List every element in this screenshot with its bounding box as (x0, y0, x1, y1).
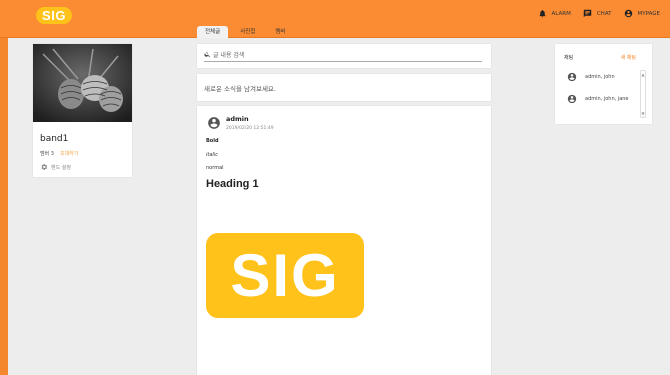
post-bold-text: Bold (206, 138, 219, 144)
band-info-card: band1 멤버 3 초대하기 밴드 설정 (33, 44, 132, 177)
band-settings-label: 밴드 설정 (51, 164, 71, 171)
account-icon (567, 72, 577, 82)
search-underline (204, 61, 482, 62)
post-card: admin 2019/02/20 12:51:49 Bold italic no… (197, 106, 491, 375)
post-author[interactable]: admin (226, 115, 249, 123)
top-bar: SIG ALARM CHAT MYPAGE 전체글 사진첩 멤버 (0, 0, 670, 38)
tab-photos[interactable]: 사진첩 (232, 26, 263, 38)
post-timestamp: 2019/02/20 12:51:49 (226, 126, 274, 131)
band-cover-image (33, 44, 132, 122)
chat-panel-title: 채팅 (564, 55, 574, 61)
post-normal-text: normal (206, 165, 224, 171)
post-image-logo-text: SIG (230, 242, 340, 309)
tab-members[interactable]: 멤버 (267, 26, 293, 38)
account-icon (624, 9, 632, 18)
post-italic-text: italic (206, 152, 218, 158)
alarm-button[interactable]: ALARM (538, 9, 571, 18)
chat-room-item[interactable]: admin, john, jane (567, 94, 629, 104)
gear-icon (41, 164, 48, 170)
chat-label: CHAT (596, 10, 612, 17)
search-input[interactable]: 글 내용 검색 (213, 50, 244, 59)
scroll-up-icon[interactable]: ▲ (641, 72, 645, 77)
band-name: band1 (40, 134, 69, 144)
search-card: 글 내용 검색 (197, 44, 491, 68)
sig-logo[interactable]: SIG (36, 7, 72, 24)
band-meta: 멤버 3 초대하기 (40, 150, 78, 157)
mypage-button[interactable]: MYPAGE (624, 9, 660, 18)
post-image: SIG (206, 233, 364, 318)
new-chat-button[interactable]: 새 채팅 (621, 54, 636, 61)
band-settings-button[interactable]: 밴드 설정 (40, 163, 71, 171)
alarm-label: ALARM (551, 10, 571, 17)
chat-scrollbar[interactable]: ▲ ▼ (640, 70, 646, 118)
scroll-down-icon[interactable]: ▼ (641, 111, 645, 116)
chat-room-name: admin, john, jane (585, 96, 629, 102)
compose-box[interactable]: 새로운 소식을 남겨보세요. (197, 74, 491, 101)
chat-panel: 채팅 새 채팅 admin, john admin, john, jane ▲ … (555, 44, 652, 124)
top-actions: ALARM CHAT MYPAGE (538, 9, 660, 18)
account-icon (567, 94, 577, 104)
compose-placeholder: 새로운 소식을 남겨보세요. (204, 85, 276, 93)
band-tabs: 전체글 사진첩 멤버 (197, 26, 294, 38)
chat-room-name: admin, john (585, 74, 615, 80)
search-icon (204, 52, 211, 58)
tab-all-posts[interactable]: 전체글 (197, 26, 229, 38)
post-heading: Heading 1 (206, 178, 259, 190)
invite-link[interactable]: 초대하기 (60, 150, 78, 157)
chat-icon (583, 9, 592, 18)
bell-icon (539, 9, 546, 18)
chat-button[interactable]: CHAT (583, 9, 612, 18)
member-count[interactable]: 멤버 3 (40, 150, 54, 157)
avatar-icon (208, 117, 220, 129)
pinecone-photo (33, 44, 132, 122)
mypage-label: MYPAGE (637, 10, 660, 17)
chat-room-item[interactable]: admin, john (567, 72, 615, 82)
